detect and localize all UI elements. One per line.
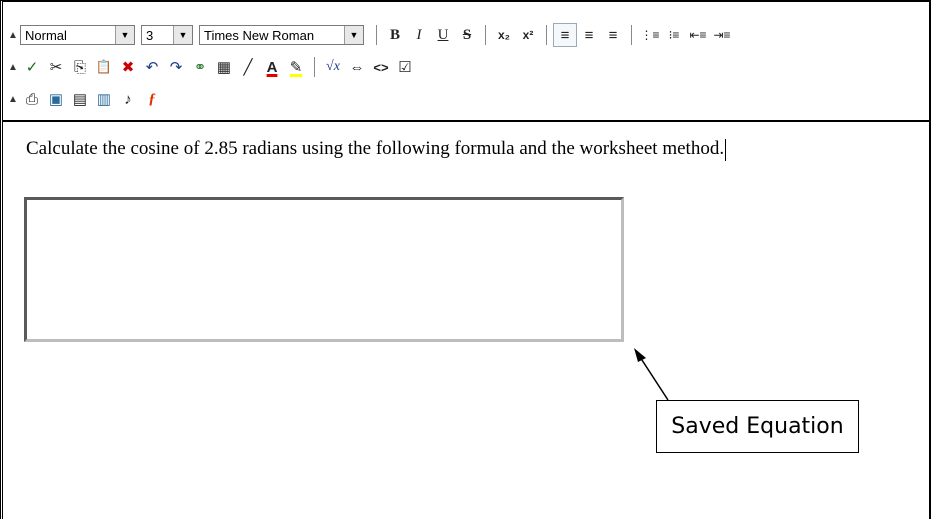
saved-equation-callout: Saved Equation <box>656 400 859 453</box>
callout-arrow-head <box>634 348 646 362</box>
callout-label: Saved Equation <box>671 414 844 439</box>
callout-arrow-line <box>639 356 669 401</box>
